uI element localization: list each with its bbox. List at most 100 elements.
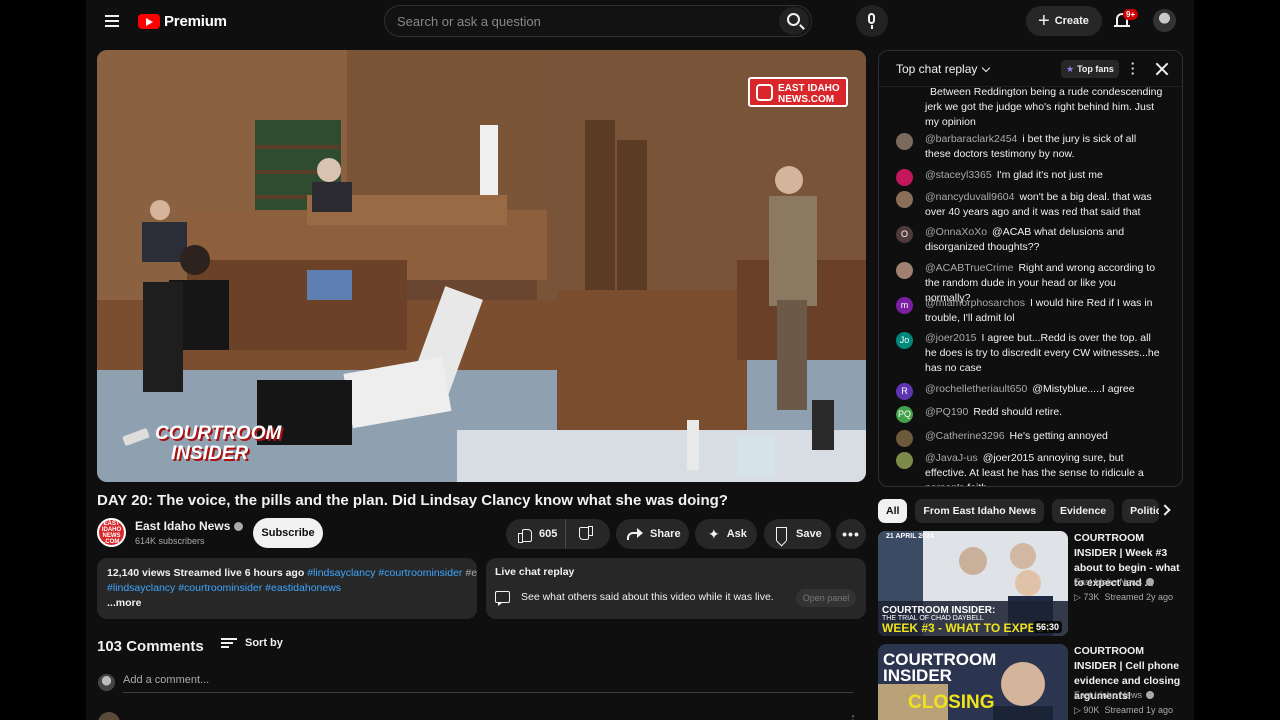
chat-author-avatar[interactable]	[896, 169, 913, 186]
thumbnail-date: 21 APRIL 2024	[886, 533, 934, 540]
channel-name[interactable]: East Idaho News	[135, 519, 230, 533]
chat-author-name[interactable]: @PQ190	[925, 406, 968, 418]
chat-more-icon[interactable]: · · ·	[1128, 57, 1138, 80]
chat-author-name[interactable]: @OnnaXoXo	[925, 226, 987, 238]
save-button[interactable]: Save	[764, 519, 831, 549]
subscribe-button[interactable]: Subscribe	[253, 518, 323, 548]
chat-message[interactable]: m @miamorphosarchos I would hire Red if I …	[896, 296, 1176, 326]
chat-message-body: Between Reddington being a rude condesce…	[925, 85, 1163, 130]
create-button[interactable]: + Create	[1026, 6, 1102, 36]
search-input[interactable]	[397, 6, 797, 36]
sort-by-button[interactable]: Sort by	[221, 637, 283, 649]
channel-avatar[interactable]: EAST IDAHO NEWS .COM	[97, 518, 126, 547]
chat-message[interactable]: @JavaJ-us @joer2015 annoying sure, but ef…	[896, 451, 1176, 486]
share-button[interactable]: Share	[616, 519, 689, 549]
chat-message[interactable]: Jo @joer2015 I agree but...Redd is over th…	[896, 331, 1176, 376]
chat-author-name[interactable]: @rochelletheriault650	[925, 383, 1027, 395]
chip-from-channel[interactable]: From East Idaho News	[915, 499, 1045, 523]
verified-icon	[1146, 691, 1155, 699]
sort-by-label: Sort by	[245, 637, 283, 649]
chat-message[interactable]: R @rochelletheriault650 @Mistyblue.....I a…	[896, 382, 1176, 400]
search-button[interactable]	[779, 7, 809, 35]
channel-name-row[interactable]: East Idaho News	[135, 519, 244, 533]
youtube-premium-logo[interactable]: Premium	[138, 11, 227, 31]
views-icon: ▷	[1074, 705, 1084, 715]
chat-author-avatar[interactable]: O	[896, 226, 913, 243]
recommendation-thumbnail[interactable]: 21 APRIL 2024 COURTROOM INSIDER: THE TRI…	[878, 531, 1068, 636]
bookmark-icon	[776, 527, 787, 541]
account-avatar[interactable]	[1153, 9, 1176, 32]
chat-message[interactable]: O @OnnaXoXo @ACAB what delusions and disor…	[896, 225, 1176, 255]
chat-author-avatar[interactable]: PQ	[896, 406, 913, 423]
hashtags-line2[interactable]: #lindsayclancy #courtroominsider #eastid…	[107, 581, 467, 596]
chat-author-name[interactable]: @Catherine3296	[925, 430, 1005, 442]
chat-author-avatar[interactable]	[896, 452, 913, 469]
youtube-play-icon	[138, 13, 160, 29]
recommendation-channel[interactable]: East Idaho News	[1074, 577, 1155, 587]
chat-author-name[interactable]: @ACABTrueCrime	[925, 262, 1013, 274]
chip-evidence[interactable]: Evidence	[1052, 499, 1115, 523]
description-stats-line: 12,140 views Streamed live 6 hours ago #…	[107, 566, 477, 581]
chat-message[interactable]: @barbaraclark2454 i bet the jury is sick …	[896, 132, 1176, 162]
like-button[interactable]: 605	[506, 519, 566, 549]
notification-badge: 9+	[1123, 9, 1139, 20]
sort-icon	[221, 637, 237, 649]
comment-avatar[interactable]	[98, 712, 120, 720]
chat-author-avatar[interactable]	[896, 430, 913, 447]
chat-message-text: I'm glad it's not just me	[996, 169, 1103, 181]
views-icon: ▷	[1074, 592, 1084, 602]
ask-label: Ask	[726, 528, 747, 540]
chat-title: Top chat replay	[896, 62, 978, 76]
overlay-line1: COURTROOM	[155, 423, 282, 444]
thumbs-down-icon	[580, 528, 593, 541]
voice-search-button[interactable]	[856, 5, 888, 37]
live-chat-replay-row: See what others said about this video wh…	[495, 591, 774, 606]
chip-all[interactable]: All	[878, 499, 908, 523]
close-chat-icon[interactable]	[1154, 61, 1170, 77]
chat-author-avatar[interactable]: Jo	[896, 332, 913, 349]
chat-message[interactable]: @staceyl3365 I'm glad it's not just me	[896, 168, 1176, 186]
thumbs-up-icon	[518, 528, 532, 543]
ask-button[interactable]: ✦ Ask	[695, 519, 757, 549]
add-comment-input[interactable]: Add a comment...	[123, 674, 853, 693]
chat-mode-dropdown[interactable]: Top chat replay	[896, 62, 991, 76]
live-chat-replay-title: Live chat replay	[495, 566, 575, 578]
chat-author-name[interactable]: @miamorphosarchos	[925, 297, 1025, 309]
chat-author-avatar[interactable]	[896, 86, 913, 103]
chat-author-name[interactable]: @barbaraclark2454	[925, 133, 1017, 145]
like-count: 605	[539, 528, 558, 540]
chat-author-avatar[interactable]	[896, 262, 913, 279]
chat-author-avatar[interactable]	[896, 133, 913, 150]
more-actions-button[interactable]: •••	[836, 519, 866, 549]
recommendation-item[interactable]: COURTROOM INSIDER CLOSING COURTROOM INSI…	[878, 644, 1183, 720]
chat-author-avatar[interactable]	[896, 191, 913, 208]
chat-message[interactable]: @Catherine3296 He's getting annoyed	[896, 429, 1176, 447]
chat-message-body: @OnnaXoXo @ACAB what delusions and disorg…	[925, 225, 1163, 255]
recommendation-item[interactable]: 21 APRIL 2024 COURTROOM INSIDER: THE TRI…	[878, 531, 1183, 636]
chat-messages[interactable]: Between Reddington being a rude condesce…	[879, 51, 1182, 486]
recommendation-thumbnail[interactable]: COURTROOM INSIDER CLOSING	[878, 644, 1068, 720]
chat-message[interactable]: @nancyduvall9604 won't be a big deal. tha…	[896, 190, 1176, 220]
show-more-link[interactable]: ...more	[107, 596, 467, 611]
chat-author-avatar[interactable]: R	[896, 383, 913, 400]
chat-author-name[interactable]: @joer2015	[925, 332, 977, 344]
video-player[interactable]: EAST IDAHO NEWS.COM COURTROOM INSIDER	[97, 50, 866, 482]
play-badge-icon	[756, 84, 773, 101]
chat-message[interactable]: Between Reddington being a rude condesce…	[896, 85, 1176, 130]
chat-author-avatar[interactable]: m	[896, 297, 913, 314]
top-fans-button[interactable]: ★ Top fans	[1061, 60, 1119, 78]
dislike-button[interactable]	[566, 519, 610, 549]
chat-author-name[interactable]: @staceyl3365	[925, 169, 992, 181]
chat-message[interactable]: PQ @PQ190 Redd should retire.	[896, 405, 1176, 423]
hashtags-line1[interactable]: #lindsayclancy #courtroominsider	[307, 567, 462, 579]
menu-icon[interactable]	[102, 10, 124, 32]
chip-politics[interactable]: Politic	[1122, 499, 1160, 523]
chat-author-name[interactable]: @nancyduvall9604	[925, 191, 1014, 203]
recommendation-channel[interactable]: East Idaho News	[1074, 690, 1155, 700]
open-panel-button[interactable]: Open panel	[796, 589, 856, 607]
hashtags-fade: #e	[465, 567, 477, 579]
comment-menu-icon[interactable]: ⋮	[847, 713, 859, 720]
courtroom-video-frame	[97, 50, 866, 482]
chat-author-name[interactable]: @JavaJ-us	[925, 452, 978, 464]
description-box[interactable]: 12,140 views Streamed live 6 hours ago #…	[97, 558, 477, 619]
